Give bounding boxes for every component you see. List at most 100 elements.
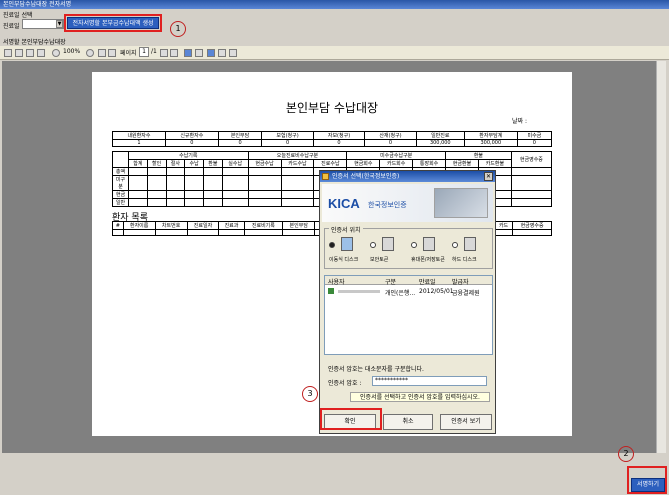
summary-value: 1	[112, 139, 166, 147]
phone-token-icon	[423, 237, 435, 251]
location-group: 인증서 위치 이동식 디스크 보안토큰 휴대폰/저장토큰 하드 디스크	[324, 225, 493, 269]
last-page-icon[interactable]	[170, 49, 178, 57]
table-cell	[247, 175, 282, 191]
prev-page-icon[interactable]	[108, 49, 116, 57]
password-notice: 인증서 암호는 대소문자를 구분합니다.	[328, 366, 424, 373]
brand-name: 한국정보인증	[368, 201, 407, 209]
table-cell	[510, 175, 553, 191]
patient-cell	[186, 229, 220, 236]
annotation-1: 1	[170, 21, 186, 37]
banner-image	[434, 188, 488, 218]
vertical-scrollbar[interactable]	[656, 61, 666, 453]
table-cell	[510, 198, 553, 207]
summary-header: 환자부담계	[463, 131, 518, 140]
cancel-button[interactable]: 취소	[383, 414, 433, 430]
table-cell	[221, 190, 249, 199]
find-icon[interactable]	[229, 49, 237, 57]
location-option[interactable]: 하드 디스크	[452, 235, 492, 267]
patient-cell	[112, 229, 124, 236]
patient-header: #	[112, 221, 124, 230]
summary-header: 본인부담	[217, 131, 263, 140]
sub-header: 카드수납	[280, 159, 315, 168]
view-certificate-button[interactable]: 인증서 보기	[440, 414, 492, 430]
table-cell	[146, 190, 167, 199]
summary-value: 300,000	[463, 139, 518, 147]
table-cell	[165, 167, 186, 176]
dialog-app-icon	[322, 173, 329, 180]
sub-header: 실수납	[221, 159, 249, 168]
certificate-icon	[328, 288, 334, 294]
group-header: 오늘진료비수납구분	[247, 151, 348, 160]
table-cell	[184, 198, 204, 207]
sub-header: 합계	[128, 159, 148, 168]
patient-header: 진료과	[218, 221, 245, 230]
save-icon[interactable]	[15, 49, 23, 57]
certificate-list[interactable]: 사용자 구분 만료일 발급자 개인(은행... 2012/05/01 금융결제원	[324, 275, 493, 355]
patient-header: 진료비기록	[243, 221, 284, 230]
summary-table: 내원환자수 신규환자수 본인부담 보험(청구) 자보(청구) 산재(청구) 일반진료 환자부담…	[112, 131, 553, 147]
sign-button[interactable]: 서명하기	[631, 478, 665, 492]
table-cell	[221, 175, 249, 191]
location-radio[interactable]	[370, 242, 376, 248]
column-issuer: 발급자	[452, 279, 469, 286]
multi-page-icon[interactable]	[195, 49, 203, 57]
summary-value: 0	[164, 139, 219, 147]
summary-value: 0	[217, 139, 263, 147]
date-label: 진료일	[3, 23, 20, 30]
sub-header: 할인	[146, 159, 167, 168]
table-cell	[280, 167, 315, 176]
page-label: 페이지	[120, 50, 137, 57]
location-radio[interactable]	[411, 242, 417, 248]
location-option[interactable]: 보안토큰	[370, 235, 410, 267]
group-header: 수납기록	[128, 151, 249, 160]
patient-cell	[512, 229, 552, 236]
print-icon[interactable]	[26, 49, 34, 57]
window-title: 본인부담수납대장 전자서명	[0, 0, 669, 9]
patient-header: 카드	[493, 221, 514, 230]
table-cell	[247, 167, 282, 176]
brand-banner: KICA 한국정보인증	[322, 184, 493, 222]
table-cell	[247, 198, 282, 207]
summary-header: 보험(청구)	[261, 131, 314, 140]
dialog-title: 인증서 선택(한국정보인증)	[320, 171, 495, 182]
table-cell	[203, 167, 223, 176]
certificate-row[interactable]: 개인(은행... 2012/05/01 금융결제원	[325, 287, 492, 297]
page-input[interactable]: 1	[139, 47, 149, 57]
export-icon[interactable]	[37, 49, 45, 57]
chevron-down-icon[interactable]: ▼	[56, 20, 63, 28]
fit-page-icon[interactable]	[207, 49, 215, 57]
patient-cell	[243, 229, 284, 236]
zoom-level[interactable]: 100%	[63, 48, 80, 55]
table-cell	[510, 167, 553, 176]
generate-button[interactable]: 전자서명할 본부금수납대액 생성	[67, 17, 159, 29]
row-label: 미구분	[112, 175, 129, 191]
sub-header: 환불	[203, 159, 223, 168]
table-cell	[146, 175, 167, 191]
brand-logo: KICA	[328, 196, 360, 211]
zoom-in-icon[interactable]	[86, 49, 94, 57]
viewer-header: 서명할 본인부담수납대장	[3, 39, 66, 46]
location-option[interactable]: 휴대폰/저장토큰	[411, 235, 451, 267]
patient-cell	[282, 229, 316, 236]
location-option[interactable]: 이동식 디스크	[329, 235, 369, 267]
certificate-dialog: 인증서 선택(한국정보인증) ✕ KICA 한국정보인증 인증서 위치 이동식 …	[319, 170, 496, 434]
next-page-icon[interactable]	[160, 49, 168, 57]
summary-value: 0	[516, 139, 553, 147]
close-icon[interactable]: ✕	[484, 172, 493, 181]
single-page-icon[interactable]	[184, 49, 192, 57]
open-icon[interactable]	[4, 49, 12, 57]
annotation-3: 3	[302, 386, 318, 402]
cert-issuer: 금융결제원	[452, 290, 480, 297]
location-radio[interactable]	[329, 242, 335, 248]
zoom-out-icon[interactable]	[52, 49, 60, 57]
text-icon[interactable]	[218, 49, 226, 57]
sub-header: 현금수납	[247, 159, 282, 168]
table-cell	[184, 175, 204, 191]
group-header: 환불	[445, 151, 512, 160]
sub-header: 진료수납	[313, 159, 348, 168]
table-cell	[203, 190, 223, 199]
table-cell	[184, 190, 204, 199]
first-page-icon[interactable]	[98, 49, 106, 57]
password-input[interactable]: ***********	[372, 376, 487, 386]
location-radio[interactable]	[452, 242, 458, 248]
